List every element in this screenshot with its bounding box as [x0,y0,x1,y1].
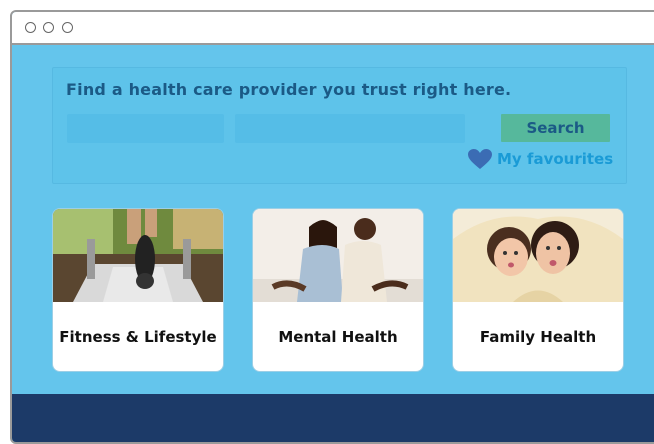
search-keyword-input[interactable] [67,114,224,143]
family-health-photo [453,209,623,302]
search-panel: Find a health care provider you trust ri… [52,67,627,184]
search-button[interactable]: Search [501,114,610,142]
category-label: Mental Health [278,327,398,346]
fitness-photo [53,209,223,302]
browser-window: Find a health care provider you trust ri… [10,10,654,444]
category-label: Fitness & Lifestyle [59,327,217,346]
window-control-close-icon[interactable] [25,22,36,33]
window-control-maximize-icon[interactable] [62,22,73,33]
search-location-input[interactable] [235,114,465,143]
search-headline: Find a health care provider you trust ri… [66,80,512,99]
mental-health-photo [253,209,423,302]
window-control-minimize-icon[interactable] [43,22,54,33]
category-label: Family Health [479,327,597,346]
favourites-link[interactable]: My favourites [467,148,613,170]
window-titlebar [12,12,654,45]
favourites-label: My favourites [497,150,614,168]
footer-bar [12,394,654,442]
category-card-mental-health[interactable]: Mental Health [252,208,424,372]
heart-icon [468,149,492,169]
category-card-fitness[interactable]: Fitness & Lifestyle [52,208,224,372]
category-card-family-health[interactable]: Family Health [452,208,624,372]
